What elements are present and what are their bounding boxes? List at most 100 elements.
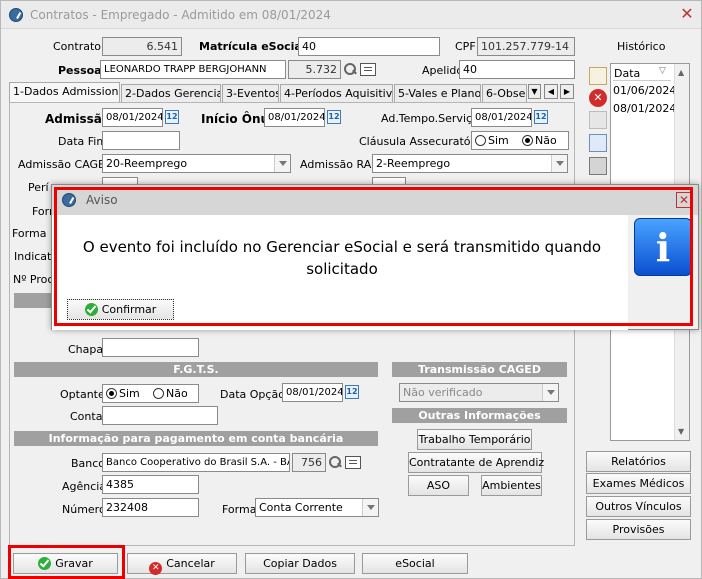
contratante-aprendiz-button[interactable]: Contratante de Aprendiz xyxy=(408,452,544,473)
banco-field[interactable]: Banco Cooperativo do Brasil S.A. - BAN xyxy=(102,453,290,472)
optante-nao-radio[interactable]: Não xyxy=(153,387,188,400)
window-title: Contratos - Empregado - Admitido em 08/0… xyxy=(30,8,331,22)
admissao-caged-select[interactable]: 20-Reemprego xyxy=(102,154,291,173)
ad-tempo-label: Ad.Tempo.Serviço xyxy=(381,112,479,125)
inicio-onus-field[interactable]: 08/01/2024 xyxy=(264,108,325,127)
historico-row[interactable]: 01/06/2024 xyxy=(613,84,676,97)
new-record-icon[interactable] xyxy=(589,67,607,85)
pessoa-card-icon[interactable] xyxy=(360,63,376,76)
admissao-rais-select[interactable]: 2-Reemprego xyxy=(372,154,568,173)
forma-pagamento-label: Forma P xyxy=(12,227,57,240)
banco-code-field[interactable]: 756 xyxy=(292,453,326,472)
data-fim-field[interactable] xyxy=(102,131,180,150)
admissao-label: Admissão xyxy=(45,112,111,126)
admissao-calendar-icon[interactable]: 12 xyxy=(165,110,179,124)
chevron-down-icon[interactable] xyxy=(551,155,567,172)
clausula-sim-radio[interactable]: Sim xyxy=(475,134,509,147)
tab-vales-planos[interactable]: 5-Vales e Planos xyxy=(394,84,481,102)
ambientes-button[interactable]: Ambientes xyxy=(481,475,542,496)
delete-record-icon[interactable]: ✕ xyxy=(589,89,607,107)
chapa-label: Chapa xyxy=(68,343,104,356)
numero-label: Número xyxy=(62,503,106,516)
window-icon[interactable] xyxy=(589,134,607,152)
relatorios-button[interactable]: Relatórios xyxy=(586,451,691,472)
historico-header[interactable]: Data ▽ xyxy=(613,66,671,81)
contratos-window: Contratos - Empregado - Admitido em 08/0… xyxy=(0,0,702,579)
optante-sim-radio[interactable]: Sim xyxy=(106,387,140,400)
blank-icon[interactable] xyxy=(589,111,607,129)
aso-button[interactable]: ASO xyxy=(408,475,469,496)
window-close-icon[interactable]: ✕ xyxy=(679,6,695,22)
indicativo-label: Indicat. xyxy=(14,250,55,263)
data-opcao-calendar-icon[interactable]: 12 xyxy=(345,385,359,399)
sort-icon: ▽ xyxy=(659,66,666,76)
inicio-onus-calendar-icon[interactable]: 12 xyxy=(327,110,341,124)
provisoes-button[interactable]: Provisões xyxy=(586,519,691,540)
numero-field[interactable]: 232408 xyxy=(102,498,199,517)
gravar-button[interactable]: Gravar xyxy=(13,553,118,574)
tabs-dropdown-icon[interactable]: ▼ xyxy=(528,84,541,99)
check-icon xyxy=(38,557,52,570)
data-opcao-label: Data Opção xyxy=(220,388,285,401)
trabalho-temporario-button[interactable]: Trabalho Temporário xyxy=(417,429,532,450)
forma-label: Forma xyxy=(222,503,257,516)
app-icon xyxy=(9,8,23,22)
pessoa-search-icon[interactable] xyxy=(343,62,357,76)
print-icon[interactable] xyxy=(589,157,607,175)
matricula-field[interactable]: 40 xyxy=(298,37,440,56)
admissao-caged-label: Admissão CAGED xyxy=(18,158,114,171)
ad-tempo-calendar-icon[interactable]: 12 xyxy=(534,110,548,124)
optante-label: Optante xyxy=(60,388,105,401)
contrato-label: Contrato xyxy=(53,40,102,53)
cancelar-button[interactable]: ✕ Cancelar xyxy=(127,553,237,575)
cancel-icon: ✕ xyxy=(149,562,163,575)
agencia-field[interactable]: 4385 xyxy=(102,475,199,494)
conta-label: Conta xyxy=(70,410,103,423)
chapa-field[interactable] xyxy=(102,338,199,357)
tab-eventos[interactable]: 3-Eventos xyxy=(222,84,279,102)
esocial-button[interactable]: eSocial xyxy=(362,553,468,574)
apelido-field[interactable]: 40 xyxy=(459,60,575,79)
ad-tempo-field[interactable]: 08/01/2024 xyxy=(471,108,532,127)
admissao-field[interactable]: 08/01/2024 xyxy=(102,108,163,127)
forma-select[interactable]: Conta Corrente xyxy=(255,498,379,517)
outros-vinculos-button[interactable]: Outros Vínculos xyxy=(586,496,691,517)
apelido-label: Apelido xyxy=(422,64,464,77)
window-titlebar: Contratos - Empregado - Admitido em 08/0… xyxy=(1,1,701,29)
fgts-section-title: F.G.T.S. xyxy=(14,362,378,377)
agencia-label: Agência xyxy=(62,480,107,493)
tab-observacoes[interactable]: 6-Observ xyxy=(482,84,527,102)
optante-radio-group: Sim Não xyxy=(102,384,199,403)
historico-label: Histórico xyxy=(617,40,666,53)
outras-informacoes-title: Outras Informações xyxy=(392,408,567,423)
admissao-rais-label: Admissão RAIS xyxy=(300,158,382,171)
exames-medicos-button[interactable]: Exames Médicos xyxy=(586,473,691,494)
pessoa-field[interactable]: LEONARDO TRAPP BERGJOHANN xyxy=(100,60,286,79)
scroll-down-icon[interactable]: ▼ xyxy=(678,427,684,436)
historico-column-label: Data xyxy=(614,67,641,80)
tabs-next-icon[interactable]: ▶ xyxy=(560,84,574,99)
data-fim-label: Data Fim xyxy=(58,135,108,148)
cpf-field[interactable]: 101.257.779-14 xyxy=(477,37,575,56)
banco-search-icon[interactable] xyxy=(328,455,342,469)
tab-dados-admissionais[interactable]: 1-Dados Admissionais xyxy=(9,82,120,102)
data-opcao-field[interactable]: 08/01/2024 xyxy=(282,383,343,402)
clausula-radio-group: Sim Não xyxy=(471,131,569,150)
tab-dados-gerenciais[interactable]: 2-Dados Gerenciais xyxy=(121,84,221,102)
clausula-nao-radio[interactable]: Não xyxy=(522,134,557,147)
tab-periodos-aquisitivos[interactable]: 4-Períodos Aquisitivos xyxy=(280,84,393,102)
tabs-prev-icon[interactable]: ◀ xyxy=(544,84,558,99)
periodo-label: Perí xyxy=(28,181,49,194)
transmissao-caged-select[interactable]: Não verificado xyxy=(399,383,559,402)
scroll-up-icon[interactable]: ▲ xyxy=(678,68,684,77)
transmissao-caged-title: Transmissão CAGED xyxy=(392,362,567,377)
copiar-dados-button[interactable]: Copiar Dados xyxy=(245,553,355,574)
chevron-down-icon[interactable] xyxy=(362,499,378,516)
historico-row[interactable]: 08/01/2024 xyxy=(613,102,676,115)
pessoa-code-field[interactable]: 5.732 xyxy=(288,60,341,79)
contrato-field[interactable]: 6.541 xyxy=(102,37,182,56)
banco-card-icon[interactable] xyxy=(345,456,361,469)
conta-field[interactable] xyxy=(102,406,218,425)
chevron-down-icon[interactable] xyxy=(542,384,558,401)
chevron-down-icon[interactable] xyxy=(274,155,290,172)
